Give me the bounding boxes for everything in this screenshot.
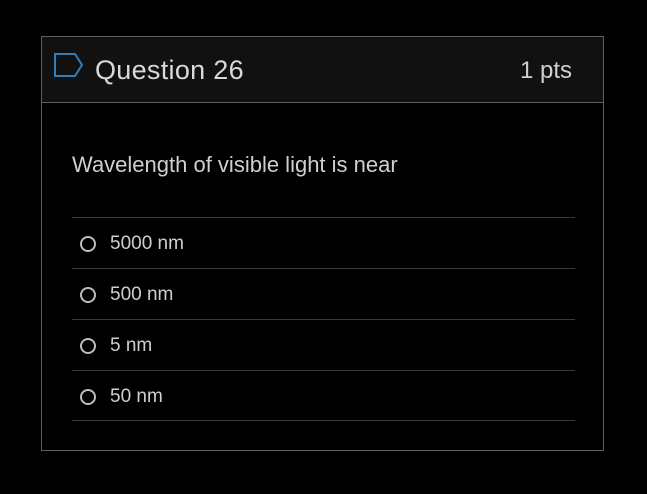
answer-option[interactable]: 50 nm [72, 370, 575, 421]
answer-label[interactable]: 50 nm [110, 385, 163, 409]
radio-button[interactable] [80, 287, 96, 303]
answer-option[interactable]: 5 nm [72, 319, 575, 370]
question-title: Question 26 [95, 55, 244, 85]
answer-label[interactable]: 5000 nm [110, 232, 184, 256]
question-text: Wavelength of visible light is near [72, 152, 398, 177]
answer-label[interactable]: 500 nm [110, 283, 173, 307]
answer-list: 5000 nm 500 nm 5 nm 50 nm [72, 217, 575, 421]
flag-question-icon[interactable] [53, 52, 85, 78]
answer-option[interactable]: 500 nm [72, 268, 575, 319]
radio-button[interactable] [80, 338, 96, 354]
radio-button[interactable] [80, 236, 96, 252]
answer-option[interactable]: 5000 nm [72, 217, 575, 268]
question-points: 1 pts [519, 57, 572, 84]
question-header: Question 26 1 pts [42, 37, 603, 103]
radio-button[interactable] [80, 389, 96, 405]
question-card: Question 26 1 pts Wavelength of visible … [41, 36, 604, 451]
answer-label[interactable]: 5 nm [110, 334, 152, 358]
